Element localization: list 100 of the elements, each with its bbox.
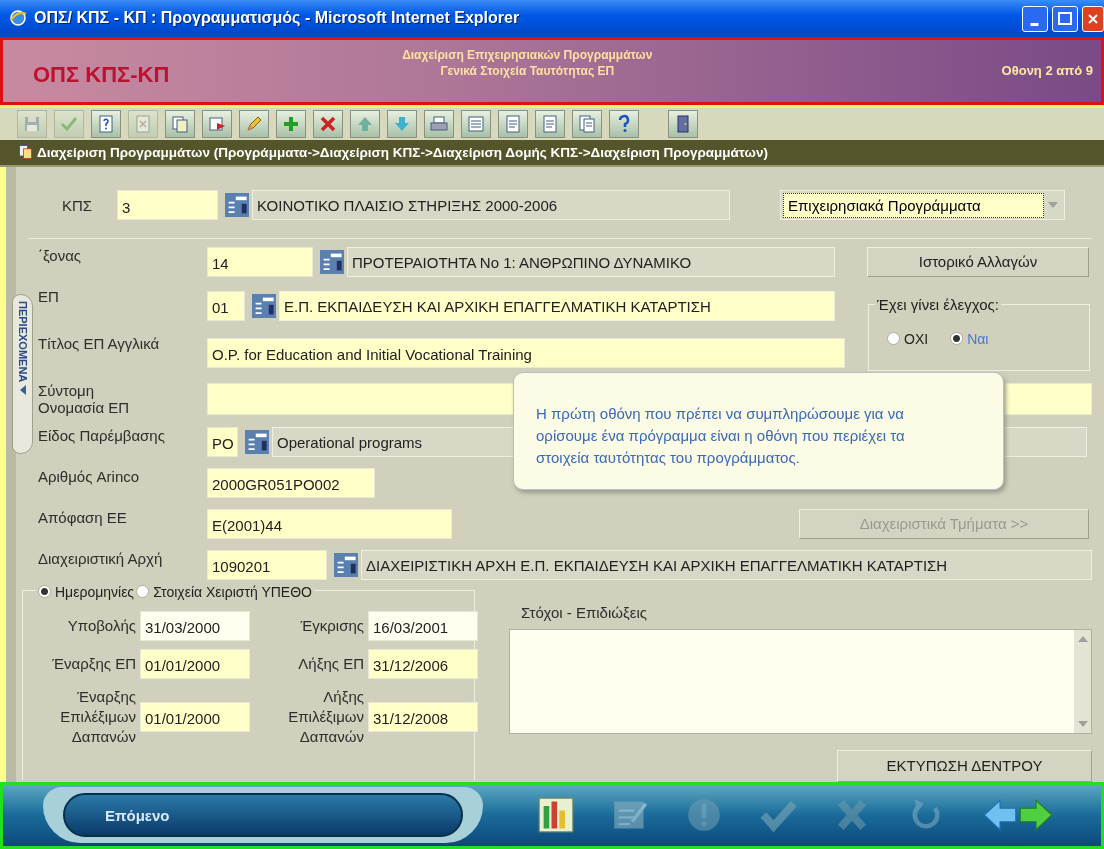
date-field[interactable]: 01/01/2000 bbox=[140, 648, 250, 679]
objectives-field[interactable] bbox=[509, 628, 1092, 734]
input-field[interactable]: PO bbox=[207, 426, 238, 457]
radio-label[interactable]: Στοιχεία Χειριστή ΥΠΕΘΟ bbox=[153, 583, 312, 600]
left-arrow-icon bbox=[982, 797, 1018, 834]
date-field[interactable]: 31/03/2000 bbox=[140, 610, 250, 641]
field-label: Είδος Παρέμβασης bbox=[38, 426, 165, 444]
list-icon bbox=[334, 552, 358, 577]
lookup-button[interactable] bbox=[252, 293, 276, 318]
date-field[interactable]: 01/01/2000 bbox=[140, 701, 250, 732]
bar-chart-icon bbox=[538, 797, 574, 834]
header-subtitle: Διαχείριση Επιχειρησιακών Προγραμμάτων bbox=[402, 46, 653, 63]
close-button[interactable] bbox=[1082, 6, 1104, 33]
lookup-button[interactable] bbox=[320, 249, 344, 274]
radio-button[interactable] bbox=[38, 585, 51, 599]
category-dropdown[interactable]: Επιχειρησιακά Προγράμματα bbox=[780, 190, 1065, 221]
description-field: ΔΙΑΧΕΙΡΙΣΤΙΚΗ ΑΡΧΗ Ε.Π. ΕΚΠΑΙΔΕΥΣΗ ΚΑΙ ΑΡΧΙΚΗ ΕΠΑΓΓΕΛΜΑΤΙΚΗ ΚΑΤΑΡΤΙΣΗ bbox=[361, 549, 1092, 580]
down-arrow-icon bbox=[1077, 720, 1088, 727]
field-label: Υποβολής bbox=[66, 615, 136, 636]
input-field[interactable]: 3 bbox=[117, 190, 218, 221]
toolbar-button[interactable] bbox=[276, 109, 306, 138]
documents-icon bbox=[169, 113, 191, 134]
lookup-button[interactable] bbox=[334, 552, 358, 577]
description-field: ΠΡΟΤΕΡΑΙΟΤΗΤΑ Νο 1: ΑΝΘΡΩΠΙΝΟ ΔΥΝΑΜΙΚΟ bbox=[347, 246, 835, 277]
minimize-icon bbox=[1030, 23, 1039, 27]
side-tab[interactable]: ΠΕΡΙΕΧΟΜΕΝΑ bbox=[12, 293, 33, 454]
radio-button[interactable] bbox=[950, 332, 964, 346]
toolbar-button[interactable] bbox=[572, 109, 602, 138]
header-subtitle: Γενικά Στοιχεία Ταυτότητας ΕΠ bbox=[440, 62, 615, 79]
field-label: Στόχοι - Επιδιώξεις bbox=[521, 603, 648, 621]
minimize-button[interactable] bbox=[1022, 6, 1048, 33]
side-tab-label: ΠΕΡΙΕΧΟΜΕΝΑ bbox=[16, 300, 29, 383]
right-arrow-icon bbox=[1018, 797, 1054, 834]
triangle-icon bbox=[19, 385, 26, 396]
print-tree-button[interactable]: ΕΚΤΥΠΩΣΗ ΔΕΝΤΡΟΥ bbox=[837, 749, 1092, 782]
description-field: Ε.Π. ΕΚΠΑΙΔΕΥΣΗ ΚΑΙ ΑΡΧΙΚΗ ΕΠΑΓΓΕΛΜΑΤΙΚΗ ΚΑΤΑΡΤΙΣΗ bbox=[279, 290, 835, 321]
field-label: Διαχειριστική Αρχή bbox=[38, 549, 163, 567]
toolbar-button[interactable] bbox=[424, 109, 454, 138]
field-label: Απόφαση ΕΕ bbox=[38, 508, 127, 526]
footer-button[interactable] bbox=[538, 797, 574, 834]
printer-icon bbox=[428, 113, 450, 134]
screen-counter: Οθονη 2 από 9 bbox=[1001, 63, 1093, 79]
documents-icon bbox=[576, 113, 598, 134]
date-field[interactable]: 31/12/2008 bbox=[368, 701, 478, 732]
field-label: Σύντομη Ονομασία ΕΠ bbox=[38, 381, 131, 416]
field-label: Έγκρισης bbox=[299, 615, 364, 636]
toolbar-button[interactable] bbox=[239, 109, 269, 138]
toolbar-button[interactable] bbox=[387, 109, 417, 138]
field-label: ΚΠΣ bbox=[62, 196, 94, 214]
toolbar-button[interactable] bbox=[609, 109, 639, 138]
history-button[interactable]: Ιστορικό Αλλαγών bbox=[867, 246, 1089, 277]
toolbar-button[interactable] bbox=[535, 109, 565, 138]
globe-icon bbox=[8, 8, 28, 29]
toolbar-button[interactable] bbox=[498, 109, 528, 138]
scrollbar[interactable] bbox=[1074, 629, 1091, 733]
maximize-button[interactable] bbox=[1052, 6, 1078, 33]
radio-button[interactable] bbox=[136, 585, 150, 599]
toolbar-button[interactable] bbox=[91, 109, 121, 138]
next-button[interactable]: Επόμενο bbox=[63, 793, 463, 838]
date-field[interactable]: 31/12/2006 bbox=[368, 648, 478, 679]
field-label: Έναρξης Επιλέξιμων Δαπανών bbox=[59, 686, 136, 747]
window-title: ΟΠΣ/ ΚΠΣ - ΚΠ : Προγραμματισμός - Microsoft Internet Explorer bbox=[34, 9, 521, 28]
field-label: Λήξης ΕΠ bbox=[297, 653, 364, 674]
up-arrow-icon bbox=[1077, 635, 1088, 642]
toolbar-button[interactable] bbox=[165, 109, 195, 138]
toolbar-button[interactable] bbox=[313, 109, 343, 138]
caret-icon bbox=[1048, 202, 1058, 209]
input-field[interactable]: 2000GR051PO002 bbox=[207, 467, 375, 498]
field-label: ΄ξονας bbox=[38, 246, 82, 264]
field-label: ΕΠ bbox=[38, 287, 59, 305]
radio-label[interactable]: ΟΧΙ bbox=[904, 330, 929, 347]
list-icon bbox=[225, 193, 249, 218]
list-icon bbox=[320, 249, 344, 274]
input-field[interactable]: 14 bbox=[207, 246, 313, 277]
input-field[interactable]: 1090201 bbox=[207, 549, 327, 580]
field-label: Λήξης Επιλέξιμων Δαπανών bbox=[287, 686, 364, 747]
groupbox-legend: Έχει γίνει έλεγχος: bbox=[875, 295, 1001, 313]
radio-label[interactable]: Ημερομηνίες bbox=[55, 583, 135, 600]
input-field[interactable]: O.P. for Education and Initial Vocational Training bbox=[207, 337, 845, 368]
breadcrumb: Διαχείριση Προγραμμάτων (Προγράμματα->Διαχείριση ΚΠΣ->Διαχείριση Δομής ΚΠΣ->Διαχείριση Προγραμμάτων) bbox=[37, 144, 768, 160]
exclamation-icon bbox=[686, 797, 722, 834]
toolbar-button[interactable] bbox=[350, 109, 380, 138]
toolbar-button[interactable] bbox=[668, 109, 698, 138]
field-label: Αριθμός Arinco bbox=[38, 467, 140, 485]
list-icon bbox=[252, 293, 276, 318]
toolbar-button[interactable] bbox=[461, 109, 491, 138]
lookup-button[interactable] bbox=[225, 193, 249, 218]
footer-button[interactable] bbox=[982, 797, 1018, 834]
tooltip: Η πρώτη οθόνη που πρέπει να συμπληρώσουμε για να ορίσουμε ένα πρόγραμμα είναι η οθόνη που περιέχει τα στοιχεία ταυτότητας του προγράμματος. bbox=[513, 371, 1004, 490]
footer-button[interactable] bbox=[1018, 797, 1054, 834]
date-field[interactable]: 16/03/2001 bbox=[368, 610, 478, 641]
radio-button[interactable] bbox=[887, 332, 900, 346]
documents-icon bbox=[18, 144, 34, 161]
input-field[interactable]: E(2001)44 bbox=[207, 508, 452, 539]
lookup-button[interactable] bbox=[245, 429, 269, 454]
field-label: Τίτλος ΕΠ Αγγλικά bbox=[38, 334, 160, 352]
list-icon bbox=[245, 429, 269, 454]
input-field[interactable]: 01 bbox=[207, 290, 245, 321]
list-icon bbox=[465, 113, 487, 134]
toolbar-button[interactable] bbox=[202, 109, 232, 138]
